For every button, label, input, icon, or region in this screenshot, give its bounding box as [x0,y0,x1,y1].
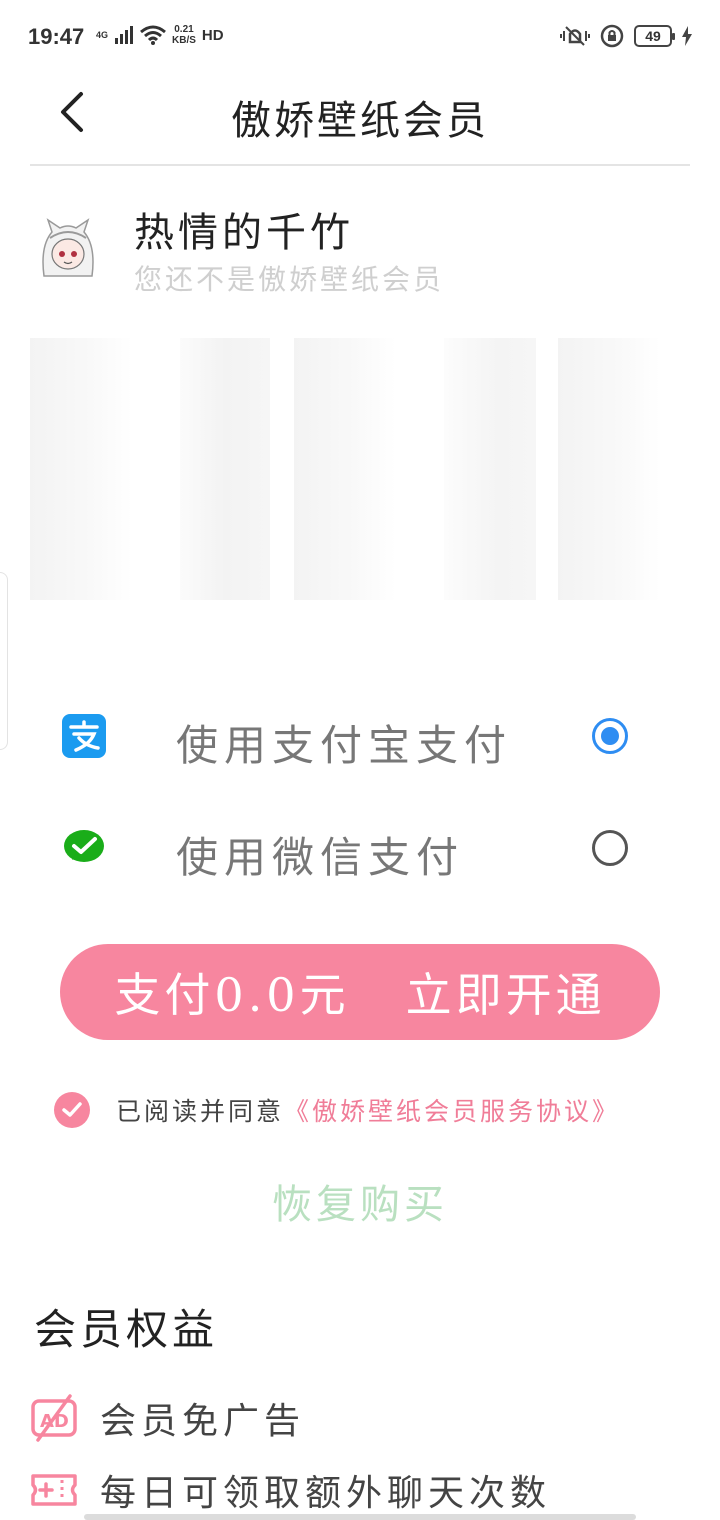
avatar-image [42,218,94,277]
charging-icon [682,26,692,46]
signal-icon [115,26,134,44]
benefits-title: 会员权益 [34,1305,219,1354]
pay-action-label: 立即开通 [405,968,606,1022]
wifi-icon [140,25,166,45]
pay-price-label: 支付0.0元 [114,968,350,1022]
rotation-lock-icon [600,24,624,48]
no-ads-icon: AD [31,1394,77,1442]
battery-indicator: 49 [634,25,675,47]
header-divider [30,164,690,166]
alipay-radio[interactable] [592,718,628,754]
network-type: 4G [96,29,109,40]
alipay-icon [62,714,106,758]
restore-purchase-button[interactable]: 恢复购买 [0,1172,720,1230]
plan-card-placeholder[interactable] [30,338,132,600]
benefit-label: 每日可领取额外聊天次数 [100,1473,552,1514]
status-left-icons: 4G 0.21 KB/S HD [96,24,224,46]
plan-list [30,338,670,600]
header: 傲娇壁纸会员 [0,72,720,166]
payment-option-wechat[interactable]: 使用微信支付 [0,808,720,888]
benefit-label: 会员免广告 [100,1401,306,1442]
benefit-item: AD 会员免广告 [30,1388,690,1448]
check-icon [62,1102,82,1117]
status-bar: 19:47 4G 0.21 KB/S HD 49 [0,0,720,72]
plan-card-placeholder[interactable] [294,338,396,600]
gesture-bar[interactable] [84,1514,636,1520]
benefit-item: 每日可领取额外聊天次数 [30,1460,690,1520]
agreement-row: 已阅读并同意 《傲娇壁纸会员服务协议》 [54,1090,620,1130]
payment-option-alipay[interactable]: 使用支付宝支付 [0,696,720,776]
vibrate-icon [560,26,590,46]
status-time: 19:47 [28,24,85,49]
plan-card-placeholder[interactable] [558,338,660,600]
agreement-checkbox[interactable] [54,1092,90,1128]
wechat-radio[interactable] [592,830,628,866]
plan-card-placeholder[interactable] [180,338,270,600]
network-speed: 0.21 KB/S [172,24,196,46]
agreement-link[interactable]: 《傲娇壁纸会员服务协议》 [284,1092,620,1128]
status-right-icons: 49 [560,24,692,48]
ticket-icon [31,1474,77,1506]
plan-card-placeholder[interactable] [444,338,536,600]
avatar [34,216,102,284]
speed-value: 0.21 [174,24,194,35]
agreement-text: 已阅读并同意 [116,1097,285,1126]
speed-unit: KB/S [172,35,196,46]
pay-open-button[interactable]: 支付0.0元 立即开通 [60,944,660,1040]
hd-badge: HD [201,26,224,44]
alipay-label: 使用支付宝支付 [176,721,513,770]
username: 热情的千竹 [134,210,354,256]
wechat-icon [64,830,104,862]
membership-status: 您还不是傲娇壁纸会员 [134,263,445,296]
page-title: 傲娇壁纸会员 [231,98,489,144]
wechat-label: 使用微信支付 [176,833,465,882]
edge-swipe-handle[interactable] [0,572,8,750]
